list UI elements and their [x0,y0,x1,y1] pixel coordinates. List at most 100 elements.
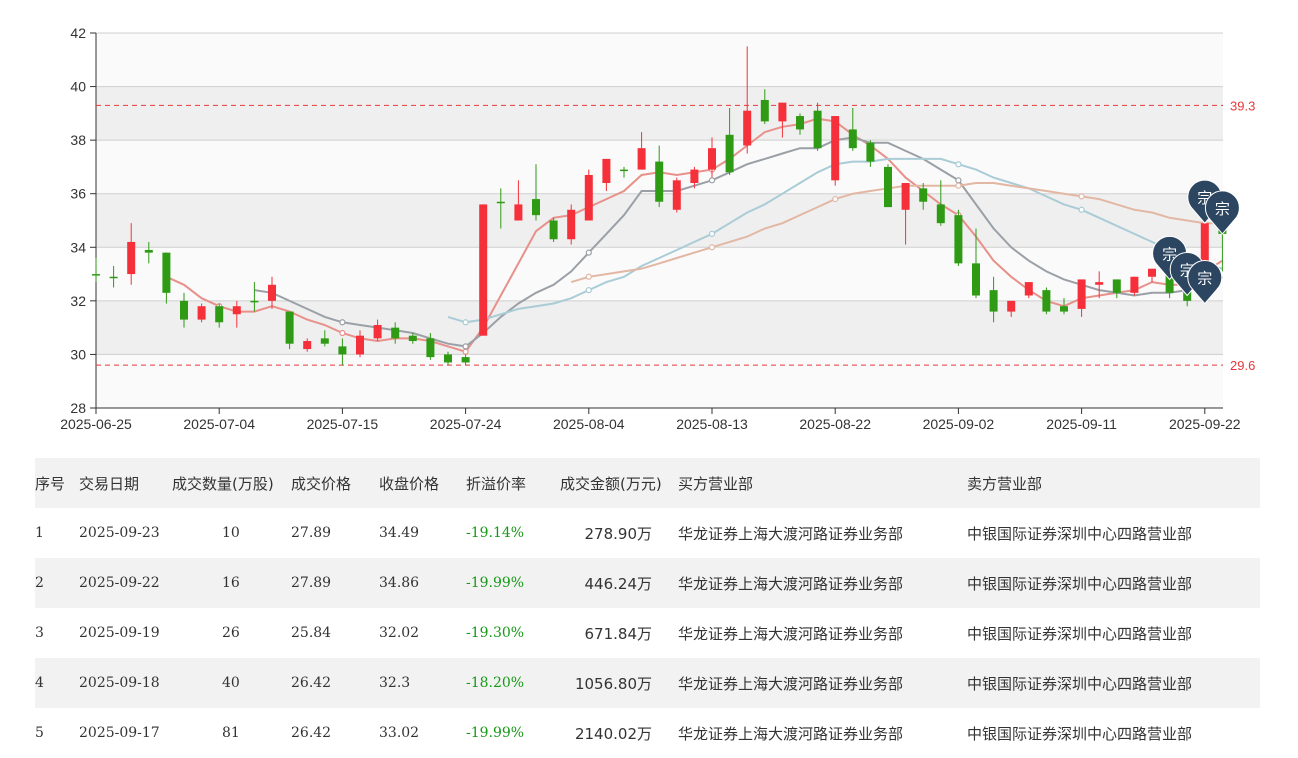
moving-average-point [339,329,346,337]
candle-body [637,148,646,170]
header-trade-date: 交易日期 [79,474,140,493]
moving-average-point [1078,206,1085,213]
candle-body [162,252,171,293]
candle-body [901,183,910,210]
cell-premium-rate: -19.99% [466,725,525,741]
header-buyer: 买方营业部 [678,474,754,493]
x-tick-label: 2025-09-02 [923,416,995,432]
block-trade-marker-label: 宗 [1197,270,1212,288]
x-tick-label: 2025-06-25 [60,416,132,432]
candle-body [109,276,118,279]
moving-average-point [708,177,716,184]
table-row: 4 2025-09-18 40 26.42 32.3 -18.20% 1056.… [35,658,1260,708]
candle-body [514,204,523,221]
block-trade-table: 序号 交易日期 成交数量(万股) 成交价格 收盘价格 折溢价率 成交金额(万元)… [35,458,1260,758]
cell-trade-date: 2025-09-18 [79,675,160,691]
x-tick-label: 2025-08-22 [799,416,871,432]
candle-body [954,215,963,264]
moving-average-point [462,319,469,326]
candle-body [1060,306,1068,312]
cell-volume: 10 [222,525,240,541]
x-tick-label: 2025-09-22 [1169,416,1241,432]
candle-body [584,174,593,221]
cell-close-price: 32.3 [379,675,411,691]
candle-body [796,116,804,130]
candle-body [848,129,857,149]
cell-trade-price: 25.84 [291,625,332,641]
cell-premium-rate: -19.14% [466,525,525,541]
candle-body [215,306,224,323]
cell-seller: 中银国际证券深圳中心四路营业部 [967,724,1193,743]
cell-buyer: 华龙证券上海大渡河路证券业务部 [678,624,904,643]
cell-premium-rate: -19.30% [466,625,525,641]
candle-body [672,180,681,210]
cell-index: 4 [35,675,44,691]
table-row: 3 2025-09-19 26 25.84 32.02 -19.30% 671.… [35,608,1260,658]
candle-body [250,300,259,303]
cell-volume: 26 [222,625,240,641]
grid-band [96,354,1223,408]
candle-body [1024,282,1033,296]
cell-buyer: 华龙证券上海大渡河路证券业务部 [678,524,904,543]
cell-trade-price: 27.89 [291,575,332,591]
moving-average-point [832,195,839,203]
cell-amount: 446.24万 [584,574,653,593]
cell-trade-date: 2025-09-23 [79,525,160,541]
candle-body [972,263,980,296]
candle-body [532,199,540,216]
cell-trade-date: 2025-09-17 [79,725,160,741]
cell-seller: 中银国际证券深圳中心四路营业部 [967,574,1193,593]
candle-body [1042,290,1051,312]
candle-body [197,306,206,320]
moving-average-point [585,249,592,256]
candlestick-chart: 28 30 32 34 36 38 40 42 2025-06-25 2025-07-04 2025… [0,0,1298,440]
header-index: 序号 [35,474,66,493]
candle-body [919,188,928,202]
cell-premium-rate: -18.20% [466,675,525,691]
x-tick-label: 2025-08-04 [553,416,625,432]
cell-trade-date: 2025-09-22 [79,575,160,591]
candle-body [268,284,276,301]
moving-average-point [339,319,346,326]
moving-average-point [462,343,469,350]
table-row: 1 2025-09-23 10 27.89 34.49 -19.14% 278.… [35,508,1260,558]
cell-premium-rate: -19.99% [466,575,525,591]
candle-body [743,110,752,146]
y-tick-label: 30 [70,346,86,362]
cell-amount: 1056.80万 [574,674,652,693]
y-tick-label: 28 [70,400,86,416]
candle-body [549,220,558,240]
moving-average-point [955,177,962,184]
candle-body [760,99,769,122]
cell-volume: 16 [222,575,240,591]
cell-buyer: 华龙证券上海大渡河路证券业务部 [678,724,904,743]
header-volume: 成交数量(万股) [172,474,274,493]
cell-amount: 2140.02万 [574,724,652,743]
candle-body [813,110,822,149]
cell-close-price: 33.02 [379,725,420,741]
cell-trade-price: 27.89 [291,525,332,541]
cell-trade-date: 2025-09-19 [79,625,160,641]
table-row: 2 2025-09-22 16 27.89 34.86 -19.99% 446.… [35,558,1260,608]
x-tick-label: 2025-07-15 [307,416,379,432]
x-tick-label: 2025-09-11 [1046,416,1117,432]
reference-line-label: 39.3 [1230,98,1255,113]
cell-seller: 中银国际证券深圳中心四路营业部 [967,524,1193,543]
cell-volume: 40 [222,675,240,691]
candle-body [884,166,892,208]
grid-band [96,33,1223,87]
table-row: 5 2025-09-17 81 26.42 33.02 -19.99% 2140… [35,708,1260,758]
cell-trade-price: 26.42 [291,675,332,691]
candle-body [936,204,945,224]
header-trade-price: 成交价格 [291,474,352,493]
cell-close-price: 32.02 [379,625,420,641]
candle-body [708,148,716,170]
moving-average-point [955,161,962,168]
moving-average-point [955,182,962,189]
y-tick-label: 34 [70,239,86,255]
candle-body [1007,300,1016,312]
cell-index: 2 [35,575,44,591]
candle-body [426,338,435,358]
candle-body [602,158,611,183]
candle-body [180,300,188,320]
